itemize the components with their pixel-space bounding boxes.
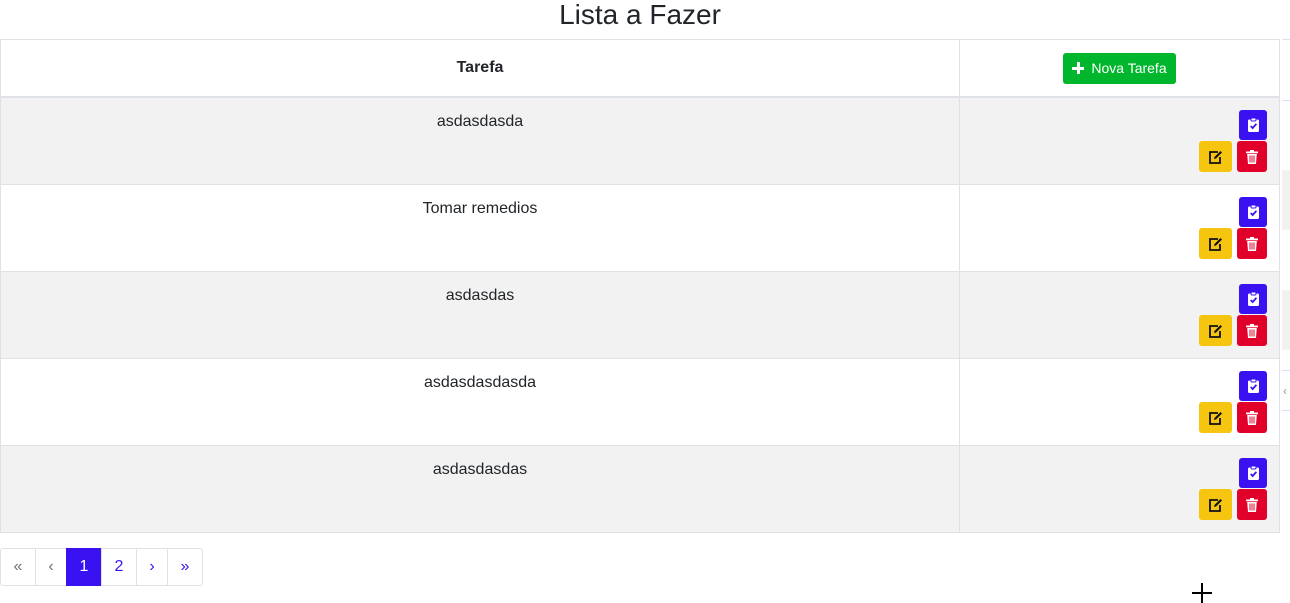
edit-icon <box>1209 150 1222 164</box>
edit-icon <box>1209 411 1222 425</box>
table-row: asdasdas <box>0 271 1280 359</box>
trash-icon <box>1246 410 1258 425</box>
trash-icon <box>1246 497 1258 512</box>
table-row: Tomar remedios <box>0 184 1280 272</box>
task-table: Tarefa Nova Tarefa asdasdasda Tomar reme… <box>0 39 1280 533</box>
last-page-link[interactable]: » <box>167 548 203 586</box>
page: Lista a Fazer Tarefa Nova Tarefa asdasda… <box>0 0 1290 603</box>
clipboard-check-icon <box>1247 379 1259 393</box>
crosshair-cursor-icon <box>1192 583 1212 603</box>
actions-cell <box>959 271 1280 359</box>
trash-icon <box>1246 236 1258 251</box>
clipboard-check-icon <box>1247 292 1259 306</box>
table-header-row: Tarefa Nova Tarefa <box>0 39 1280 98</box>
clipboard-check-icon <box>1247 118 1259 132</box>
task-text: asdasdas <box>445 287 515 304</box>
delete-task-button[interactable] <box>1237 315 1267 346</box>
task-text: asdasdasdasda <box>423 374 537 391</box>
table-row: asdasdasdasda <box>0 358 1280 446</box>
edge-divider <box>1282 370 1290 371</box>
edit-task-button[interactable] <box>1199 402 1232 433</box>
actions-cell <box>959 184 1280 272</box>
edge-divider <box>1282 100 1290 101</box>
page-link-1[interactable]: 1 <box>66 548 102 586</box>
actions-cell <box>959 358 1280 446</box>
clipboard-check-icon <box>1247 466 1259 480</box>
task-cell: asdasdas <box>0 271 960 359</box>
task-text: asdasdasdas <box>432 461 528 478</box>
previous-page-link[interactable]: ‹ <box>35 548 67 586</box>
task-text: Tomar remedios <box>422 200 538 217</box>
edge-divider <box>1282 410 1290 411</box>
delete-task-button[interactable] <box>1237 141 1267 172</box>
page-title: Lista a Fazer <box>559 0 721 30</box>
trash-icon <box>1246 149 1258 164</box>
chevron-left-icon: ‹ <box>1283 384 1287 398</box>
next-page-link[interactable]: › <box>136 548 168 586</box>
trash-icon <box>1246 323 1258 338</box>
table-row: asdasdasda <box>0 96 1280 185</box>
delete-task-button[interactable] <box>1237 228 1267 259</box>
task-column-header: Tarefa <box>0 39 960 98</box>
new-task-button[interactable]: Nova Tarefa <box>1063 52 1176 84</box>
page-link-2[interactable]: 2 <box>101 548 137 586</box>
pagination: « ‹ 1 2 › » <box>0 548 203 586</box>
new-task-label: Nova Tarefa <box>1091 60 1167 76</box>
complete-task-button[interactable] <box>1239 284 1267 314</box>
task-cell: asdasdasdasda <box>0 358 960 446</box>
complete-task-button[interactable] <box>1239 197 1267 227</box>
edit-task-button[interactable] <box>1199 489 1232 520</box>
edit-icon <box>1209 324 1222 338</box>
edit-task-button[interactable] <box>1199 228 1232 259</box>
complete-task-button[interactable] <box>1239 458 1267 488</box>
task-cell: Tomar remedios <box>0 184 960 272</box>
edit-icon <box>1209 237 1222 251</box>
clipboard-check-icon <box>1247 205 1259 219</box>
edit-task-button[interactable] <box>1199 141 1232 172</box>
actions-cell <box>959 445 1280 533</box>
task-text: asdasdasda <box>436 113 524 130</box>
edit-task-button[interactable] <box>1199 315 1232 346</box>
task-cell: asdasdasdas <box>0 445 960 533</box>
actions-cell <box>959 96 1280 185</box>
complete-task-button[interactable] <box>1239 371 1267 401</box>
task-cell: asdasdasda <box>0 96 960 185</box>
complete-task-button[interactable] <box>1239 110 1267 140</box>
table-row: asdasdasdas <box>0 445 1280 533</box>
delete-task-button[interactable] <box>1237 402 1267 433</box>
edge-stripe <box>1282 290 1290 350</box>
first-page-link[interactable]: « <box>0 548 36 586</box>
edge-divider <box>1282 39 1290 40</box>
actions-column-header: Nova Tarefa <box>959 39 1280 98</box>
plus-icon <box>1072 62 1085 74</box>
edit-icon <box>1209 498 1222 512</box>
edge-stripe <box>1282 170 1290 230</box>
delete-task-button[interactable] <box>1237 489 1267 520</box>
